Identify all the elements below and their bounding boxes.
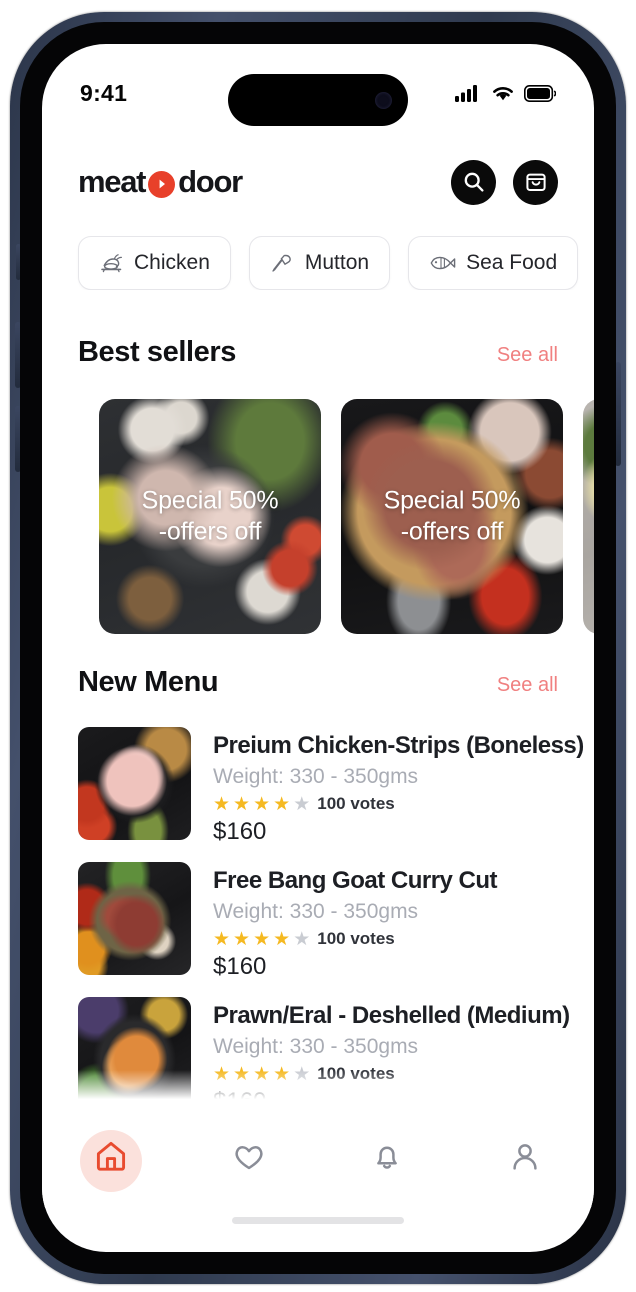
logo-text-door: door	[178, 164, 243, 199]
front-camera-icon	[375, 91, 392, 109]
app-logo: meat door	[78, 164, 243, 200]
cart-button[interactable]	[513, 159, 558, 205]
product-rating: ★ ★ ★ ★ ★ 100 votes	[213, 929, 558, 949]
category-chip-mutton[interactable]: Mutton	[248, 236, 391, 290]
fish-icon	[429, 253, 456, 273]
promo-banner-text: Special 50% -offers off	[383, 486, 521, 546]
new-menu-header: New Menu See all	[42, 666, 594, 699]
star-rating-icons: ★ ★ ★ ★ ★	[213, 930, 310, 949]
promo-banner[interactable]: Special 50% -offers off	[583, 399, 594, 634]
star-empty-icon: ★	[293, 928, 311, 950]
promo-banner-text: Special 50% -offers off	[583, 485, 594, 548]
red-arrow-circle-icon	[148, 170, 176, 198]
best-sellers-carousel[interactable]: Special 50% -offers off Special 50% -off…	[42, 399, 594, 634]
logo-text-meat: meat	[78, 164, 146, 199]
battery-icon	[524, 84, 556, 102]
product-price: $160	[213, 953, 267, 980]
dynamic-island	[228, 74, 408, 126]
product-weight: Weight: 330 - 350gms	[213, 765, 419, 788]
star-filled-icon: ★	[233, 793, 251, 815]
search-button[interactable]	[451, 159, 496, 205]
nav-tab-favorites[interactable]	[206, 1113, 292, 1199]
category-chip-sea-food[interactable]: Sea Food	[408, 236, 579, 290]
header-actions	[451, 159, 558, 205]
star-empty-icon: ★	[293, 793, 311, 815]
best-sellers-header: Best sellers See all	[42, 336, 594, 369]
star-filled-icon: ★	[253, 793, 271, 815]
category-chip-list[interactable]: Chicken Mutton Sea Food	[42, 236, 594, 290]
roast-chicken-icon	[99, 252, 124, 274]
status-time: 9:41	[80, 79, 128, 106]
search-icon	[464, 172, 484, 192]
product-name: Free Bang Goat Curry Cut	[213, 867, 498, 894]
product-list-item[interactable]: Preium Chicken-Strips (Boneless) Weight:…	[42, 727, 594, 862]
section-title: Best sellers	[78, 336, 237, 368]
shopping-bag-icon	[525, 173, 546, 191]
product-info: Preium Chicken-Strips (Boneless) Weight:…	[213, 727, 584, 846]
promo-banner[interactable]: Special 50% -offers off	[99, 399, 321, 634]
home-icon	[96, 1141, 126, 1171]
cellular-signal-icon	[455, 85, 477, 102]
home-indicator[interactable]	[232, 1217, 404, 1224]
bottom-navigation-bar	[42, 1104, 594, 1208]
phone-bezel: 9:41 meat door Chicken Mutton Sea Food B…	[20, 22, 616, 1274]
product-price: $160	[213, 818, 267, 845]
nav-tab-home[interactable]	[68, 1113, 154, 1199]
star-filled-icon: ★	[213, 793, 231, 815]
star-filled-icon: ★	[253, 928, 271, 950]
heart-icon	[235, 1146, 263, 1170]
product-votes: 100 votes	[317, 794, 395, 813]
product-info: Free Bang Goat Curry Cut Weight: 330 - 3…	[213, 862, 558, 981]
category-chip-chicken[interactable]: Chicken	[78, 236, 231, 290]
section-title: New Menu	[78, 666, 219, 698]
promo-banner-text: Special 50% -offers off	[141, 486, 279, 546]
status-indicators	[455, 84, 556, 102]
user-profile-icon	[513, 1144, 537, 1170]
star-filled-icon: ★	[273, 793, 291, 815]
star-filled-icon: ★	[273, 928, 291, 950]
star-filled-icon: ★	[233, 928, 251, 950]
product-list-item[interactable]: Free Bang Goat Curry Cut Weight: 330 - 3…	[42, 862, 594, 997]
phone-frame: 9:41 meat door Chicken Mutton Sea Food B…	[10, 12, 626, 1284]
screenshot-root: 9:41 meat door Chicken Mutton Sea Food B…	[0, 0, 636, 1292]
app-header: meat door	[42, 136, 594, 228]
bell-icon	[377, 1146, 397, 1169]
wifi-icon	[493, 87, 513, 101]
product-weight: Weight: 330 - 350gms	[213, 900, 419, 923]
star-rating-icons: ★ ★ ★ ★ ★	[213, 795, 310, 814]
nav-tab-profile[interactable]	[482, 1113, 568, 1199]
promo-banner[interactable]: Special 50% -offers off	[341, 399, 563, 634]
category-label: Chicken	[134, 251, 210, 274]
product-name: Preium Chicken-Strips (Boneless)	[213, 732, 584, 759]
star-filled-icon: ★	[213, 928, 231, 950]
product-weight: Weight: 330 - 350gms	[213, 1035, 419, 1058]
category-label: Sea Food	[466, 251, 558, 274]
product-thumbnail	[78, 727, 191, 840]
product-name: Prawn/Eral - Deshelled (Medium)	[213, 1002, 570, 1029]
product-votes: 100 votes	[317, 929, 395, 948]
list-fade-overlay	[42, 1070, 594, 1104]
best-sellers-see-all-link[interactable]: See all	[497, 344, 558, 367]
nav-tab-notifications[interactable]	[344, 1113, 430, 1199]
category-label: Mutton	[304, 251, 370, 274]
meat-cleaver-icon	[270, 252, 295, 274]
new-menu-see-all-link[interactable]: See all	[497, 674, 558, 697]
phone-screen: 9:41 meat door Chicken Mutton Sea Food B…	[42, 44, 594, 1252]
product-thumbnail	[78, 862, 191, 975]
product-rating: ★ ★ ★ ★ ★ 100 votes	[213, 794, 558, 814]
